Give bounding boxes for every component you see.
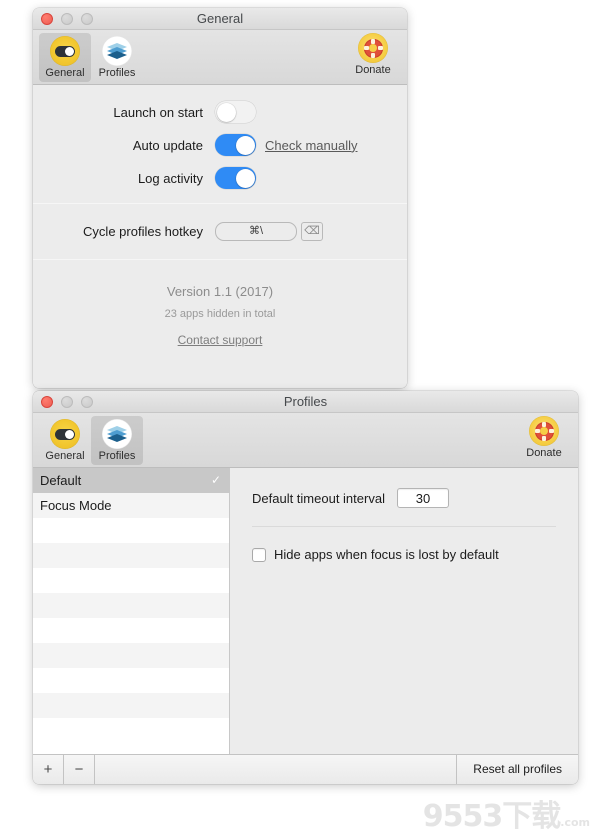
log-activity-toggle[interactable]	[215, 167, 256, 189]
footer-spacer	[95, 755, 458, 784]
list-item[interactable]	[33, 668, 229, 693]
layers-stack-icon	[102, 419, 132, 449]
hotkey-clear-button[interactable]: ⌫	[301, 222, 323, 241]
donate-label: Donate	[526, 447, 562, 459]
list-item[interactable]	[33, 718, 229, 743]
donate-button[interactable]: Donate	[518, 416, 570, 460]
toggles-section: Launch on start Auto update Check manual…	[33, 85, 407, 203]
list-item[interactable]	[33, 643, 229, 668]
hotkey-recorder-field[interactable]: ⌘\	[215, 222, 297, 241]
toggle-switch-icon	[50, 36, 80, 66]
profiles-footer: + − Reset all profiles	[33, 754, 578, 784]
version-text: Version 1.1 (2017)	[166, 284, 274, 299]
life-ring-icon	[358, 33, 388, 63]
list-item[interactable]	[33, 693, 229, 718]
layers-stack-icon	[102, 36, 132, 66]
tab-general[interactable]: General	[39, 416, 91, 465]
setting-row-auto-update: Auto update Check manually	[33, 134, 407, 156]
hotkey-section: Cycle profiles hotkey ⌘\ ⌫	[33, 204, 407, 259]
cycle-profiles-hotkey-label: Cycle profiles hotkey	[83, 224, 203, 239]
general-preferences-window: General General Profiles Donate Launch o…	[33, 8, 407, 388]
list-item[interactable]	[33, 543, 229, 568]
reset-all-profiles-button[interactable]: Reset all profiles	[457, 755, 578, 784]
profiles-content: Default ✓ Focus Mode Default timeout int…	[33, 468, 578, 754]
list-item[interactable]	[33, 593, 229, 618]
tab-profiles-label: Profiles	[98, 450, 136, 462]
profile-name: Default	[40, 473, 82, 488]
donate-label: Donate	[355, 64, 391, 76]
add-profile-button[interactable]: +	[33, 755, 64, 784]
profile-name: Focus Mode	[40, 498, 112, 513]
detail-divider	[252, 526, 556, 527]
timeout-interval-label: Default timeout interval	[252, 490, 385, 506]
check-manually-link[interactable]: Check manually	[265, 138, 358, 153]
list-item[interactable]: Focus Mode	[33, 493, 229, 518]
hidden-apps-count-text: 23 apps hidden in total	[164, 308, 276, 320]
profiles-titlebar[interactable]: Profiles	[33, 391, 578, 413]
general-body: Launch on start Auto update Check manual…	[33, 85, 407, 388]
list-item[interactable]: Default ✓	[33, 468, 229, 493]
toggle-switch-icon	[50, 419, 80, 449]
watermark-main: 9553	[422, 799, 503, 834]
timeout-interval-row: Default timeout interval 30	[252, 488, 556, 508]
close-button-icon[interactable]	[41, 396, 53, 408]
life-ring-icon	[529, 416, 559, 446]
tab-profiles[interactable]: Profiles	[91, 416, 143, 465]
about-section: Version 1.1 (2017) 23 apps hidden in tot…	[33, 260, 407, 359]
remove-profile-button[interactable]: −	[64, 755, 95, 784]
hide-apps-checkbox[interactable]	[252, 547, 266, 562]
close-button-icon[interactable]	[41, 13, 53, 25]
profiles-preferences-window: Profiles General Profiles Donate Default…	[33, 391, 578, 784]
minimize-button-icon[interactable]	[61, 396, 73, 408]
maximize-button-icon[interactable]	[81, 396, 93, 408]
general-titlebar[interactable]: General	[33, 8, 407, 30]
setting-row-launch-on-start: Launch on start	[33, 101, 407, 123]
tab-profiles[interactable]: Profiles	[91, 33, 143, 82]
list-item[interactable]	[33, 618, 229, 643]
launch-on-start-label: Launch on start	[113, 104, 203, 120]
tab-general-label: General	[45, 450, 85, 462]
auto-update-toggle[interactable]	[215, 134, 256, 156]
hide-apps-label: Hide apps when focus is lost by default	[274, 547, 499, 562]
watermark-sub: .com	[560, 816, 590, 829]
maximize-button-icon[interactable]	[81, 13, 93, 25]
minimize-button-icon[interactable]	[61, 13, 73, 25]
checkmark-icon: ✓	[210, 473, 221, 487]
tab-general-label: General	[45, 67, 85, 79]
watermark: 9553下载.com	[423, 802, 590, 832]
tab-general[interactable]: General	[39, 33, 91, 82]
profiles-toolbar: General Profiles Donate	[33, 413, 578, 468]
profile-detail-panel: Default timeout interval 30 Hide apps wh…	[230, 468, 578, 754]
watermark-cn: 下载	[502, 799, 561, 834]
tab-profiles-label: Profiles	[98, 67, 136, 79]
toggle-knob	[216, 102, 236, 122]
log-activity-label: Log activity	[137, 170, 203, 186]
donate-button[interactable]: Donate	[347, 33, 399, 77]
hide-apps-row[interactable]: Hide apps when focus is lost by default	[252, 547, 556, 562]
toggle-knob	[235, 135, 255, 155]
traffic-light-group	[41, 396, 93, 408]
launch-on-start-toggle[interactable]	[215, 101, 256, 123]
toggle-knob	[235, 168, 255, 188]
list-item[interactable]	[33, 568, 229, 593]
profiles-list[interactable]: Default ✓ Focus Mode	[33, 468, 230, 754]
setting-row-log-activity: Log activity	[33, 167, 407, 189]
list-item[interactable]	[33, 518, 229, 543]
auto-update-label: Auto update	[132, 137, 203, 153]
traffic-light-group	[41, 13, 93, 25]
profiles-window-title: Profiles	[283, 394, 328, 409]
general-toolbar: General Profiles Donate	[33, 30, 407, 85]
contact-support-link[interactable]: Contact support	[178, 333, 263, 347]
timeout-interval-input[interactable]: 30	[396, 488, 449, 508]
